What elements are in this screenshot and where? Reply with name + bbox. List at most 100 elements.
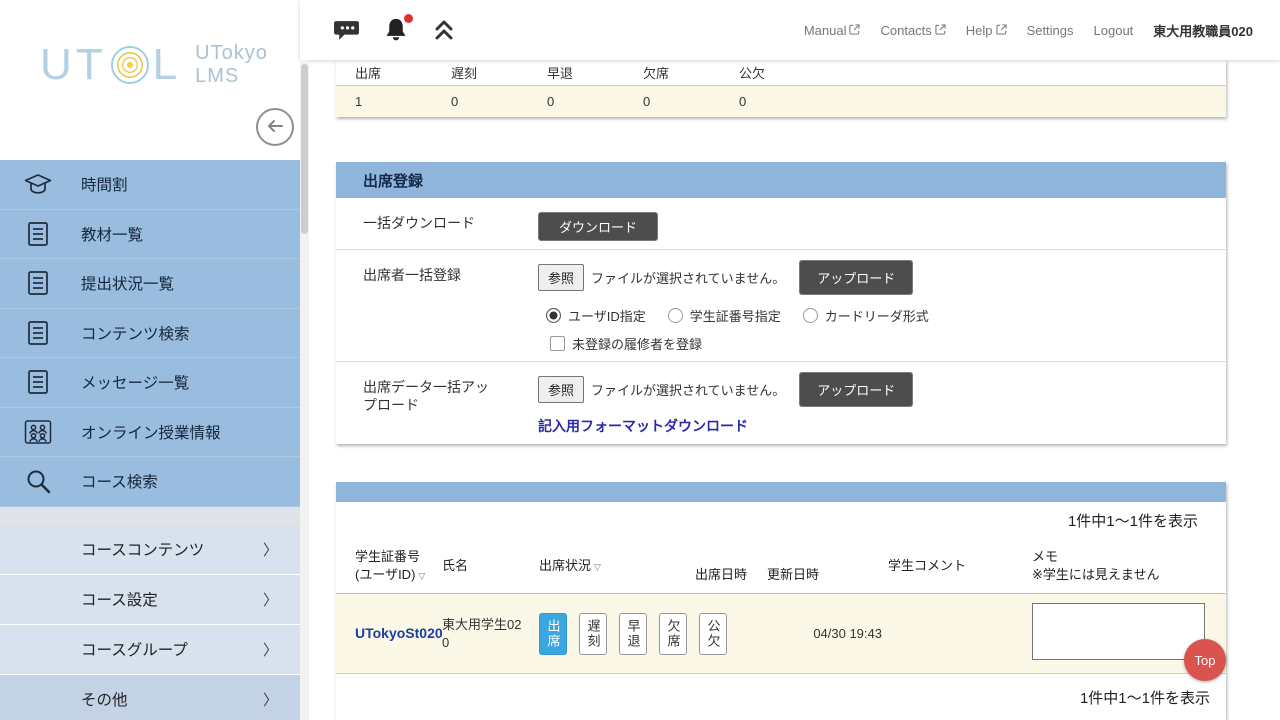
- sidebar-item-course-group[interactable]: コースグループ 〉: [0, 625, 300, 675]
- sidebar-item-submissions[interactable]: 提出状況一覧: [0, 259, 300, 309]
- sidebar-item-timetable[interactable]: 時間割: [0, 160, 300, 210]
- student-name: 東大用学生020: [442, 617, 521, 650]
- sidebar-collapse-button[interactable]: [256, 108, 294, 146]
- section-title: 出席登録: [336, 162, 1226, 198]
- logo-area: UT L UTokyo LMS: [0, 0, 300, 160]
- sidebar-item-content-search[interactable]: コンテンツ検索: [0, 309, 300, 359]
- summary-value-late: 0: [432, 94, 528, 109]
- sort-indicator-icon: ▽: [418, 571, 425, 581]
- notifications-bell-icon[interactable]: [382, 16, 410, 45]
- sort-indicator-icon: ▽: [594, 562, 601, 572]
- radio-user-id[interactable]: ユーザID指定: [546, 306, 668, 325]
- format-download-link[interactable]: 記入用フォーマットダウンロード: [538, 416, 748, 436]
- page-content: 出席 遅刻 早退 欠席 公欠 1 0 0 0 0 出席登録 一括ダ: [300, 60, 1280, 720]
- column-attendance-status[interactable]: 出席状況▽: [534, 539, 687, 593]
- summary-value-early-leave: 0: [528, 94, 624, 109]
- attendee-bulk-register-row: 出席者一括登録 参照 ファイルが選択されていません。 アップロード ユーザID指…: [336, 250, 1226, 362]
- manual-link[interactable]: Manual: [804, 23, 861, 38]
- chevron-right-icon: 〉: [263, 689, 278, 710]
- main-area: Manual Contacts Help Settings Logout 東大用…: [300, 0, 1280, 720]
- sidebar-item-others[interactable]: その他 〉: [0, 675, 300, 720]
- summary-value-present: 1: [336, 94, 432, 109]
- bulk-download-label: 一括ダウンロード: [336, 198, 538, 249]
- logo-subtitle: UTokyo LMS: [195, 42, 268, 88]
- notification-dot: [404, 14, 413, 23]
- external-link-icon: [935, 23, 946, 38]
- sidebar-item-course-search[interactable]: コース検索: [0, 457, 300, 507]
- students-table-header-row: 学生証番号 (ユーザID)▽ 氏名 出席状況▽ 出席日時 更新日時 学生コメント…: [336, 539, 1226, 594]
- status-button-group: 出席 遅刻 早退 欠席 公欠: [539, 613, 723, 655]
- logo-o-rings-icon: [111, 46, 149, 84]
- students-attendance-section: 1件中1〜1件を表示 学生証番号 (ユーザID)▽ 氏名 出席状況▽ 出席日時 …: [336, 482, 1226, 720]
- sidebar-divider: [0, 507, 300, 525]
- sidebar-menu: 時間割 教材一覧 提出状況一覧: [0, 160, 300, 507]
- status-excused-button[interactable]: 公欠: [699, 613, 727, 655]
- memo-textarea[interactable]: [1032, 603, 1205, 660]
- utol-logo: UT L UTokyo LMS: [40, 40, 300, 90]
- sidebar-item-course-settings[interactable]: コース設定 〉: [0, 575, 300, 625]
- help-link[interactable]: Help: [966, 23, 1007, 38]
- radio-card-reader[interactable]: カードリーダ形式: [803, 306, 951, 325]
- sidebar-item-online-class[interactable]: オンライン授業情報: [0, 408, 300, 458]
- current-user-name: 東大用教職員020: [1153, 21, 1253, 40]
- summary-header-late: 遅刻: [432, 63, 528, 82]
- attendance-summary-table: 出席 遅刻 早退 欠席 公欠 1 0 0 0 0: [336, 60, 1226, 117]
- id-type-radio-group: ユーザID指定 学生証番号指定 カードリーダ形式: [538, 306, 1216, 325]
- contacts-link[interactable]: Contacts: [880, 23, 945, 38]
- summary-header-absent: 欠席: [624, 63, 720, 82]
- graduation-cap-icon: [21, 171, 55, 197]
- status-present-button[interactable]: 出席: [539, 613, 567, 655]
- column-student-id[interactable]: 学生証番号 (ユーザID)▽: [336, 539, 442, 593]
- result-count-text: 1件中1〜1件を表示: [336, 502, 1226, 539]
- no-file-selected-text: ファイルが選択されていません。: [591, 380, 785, 399]
- radio-student-number[interactable]: 学生証番号指定: [668, 306, 803, 325]
- sidebar-item-messages[interactable]: メッセージ一覧: [0, 358, 300, 408]
- topbar-icons: [300, 16, 456, 45]
- summary-header-early-leave: 早退: [528, 63, 624, 82]
- external-link-icon: [849, 23, 860, 38]
- chat-icon[interactable]: [333, 18, 360, 43]
- status-absent-button[interactable]: 欠席: [659, 613, 687, 655]
- sidebar-item-course-contents[interactable]: コースコンテンツ 〉: [0, 525, 300, 575]
- column-memo: メモ ※学生には見えません: [1030, 539, 1226, 593]
- checkbox-icon: [550, 336, 565, 351]
- magnifier-icon: [21, 467, 55, 495]
- upload-button[interactable]: アップロード: [799, 260, 913, 295]
- radio-selected-icon: [546, 308, 561, 323]
- back-arrow-icon: [265, 116, 285, 139]
- register-unregistered-checkbox[interactable]: 未登録の履修者を登録: [538, 334, 1216, 353]
- summary-value-absent: 0: [624, 94, 720, 109]
- document-list-icon: [21, 269, 55, 297]
- settings-link[interactable]: Settings: [1027, 23, 1074, 38]
- collapse-topbar-double-chevron-icon[interactable]: [432, 17, 456, 43]
- student-row: UTokyoSt020 東大用学生020 出席 遅刻 早退 欠席 公欠: [336, 594, 1226, 674]
- status-early-leave-button[interactable]: 早退: [619, 613, 647, 655]
- chevron-right-icon: 〉: [263, 639, 278, 660]
- utol-brand-text: UT L: [40, 40, 181, 90]
- upload-button[interactable]: アップロード: [799, 372, 913, 407]
- status-late-button[interactable]: 遅刻: [579, 613, 607, 655]
- external-link-icon: [996, 23, 1007, 38]
- no-file-selected-text: ファイルが選択されていません。: [591, 268, 785, 287]
- chevron-right-icon: 〉: [263, 589, 278, 610]
- bulk-download-row: 一括ダウンロード ダウンロード: [336, 198, 1226, 250]
- summary-value-excused: 0: [720, 94, 816, 109]
- vertical-scrollbar: [300, 60, 309, 720]
- document-list-icon: [21, 368, 55, 396]
- attendance-data-upload-row: 出席データ一括アップロード 参照 ファイルが選択されていません。 アップロード …: [336, 362, 1226, 444]
- scroll-to-top-button[interactable]: Top: [1184, 639, 1226, 681]
- attendee-bulk-register-label: 出席者一括登録: [336, 250, 538, 361]
- browse-file-button[interactable]: 参照: [538, 376, 584, 403]
- scrollbar-thumb[interactable]: [301, 64, 308, 234]
- download-button[interactable]: ダウンロード: [538, 212, 658, 241]
- column-update-time: 更新日時: [767, 539, 882, 593]
- student-id-link[interactable]: UTokyoSt020: [355, 625, 443, 641]
- browse-file-button[interactable]: 参照: [538, 264, 584, 291]
- sidebar-submenu: コースコンテンツ 〉 コース設定 〉 コースグループ 〉 その他 〉: [0, 525, 300, 720]
- sidebar: UT L UTokyo LMS: [0, 0, 300, 720]
- column-name: 氏名: [442, 539, 534, 593]
- sidebar-item-materials[interactable]: 教材一覧: [0, 210, 300, 260]
- column-student-comment: 学生コメント: [882, 539, 1030, 593]
- logout-link[interactable]: Logout: [1094, 23, 1134, 38]
- brand-prefix: UT: [40, 40, 107, 90]
